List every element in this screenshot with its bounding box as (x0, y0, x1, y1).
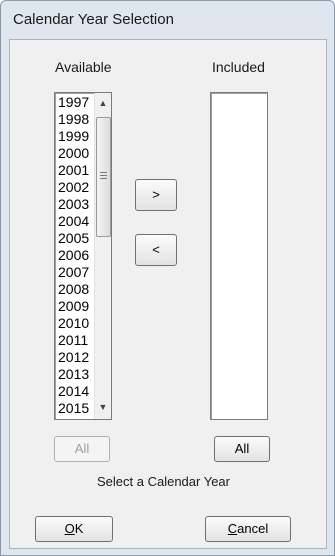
available-list-item[interactable]: 2001 (58, 162, 89, 179)
available-list-item[interactable]: 1998 (58, 111, 89, 128)
available-listbox[interactable]: 1997 1998 1999 2000 2001 2002 2003 2004 2005 2006… (54, 92, 112, 420)
add-all-button[interactable]: All (54, 436, 110, 462)
scroll-down-arrow-icon[interactable]: ▼ (95, 399, 111, 415)
available-list-item[interactable]: 1999 (58, 128, 89, 145)
status-text: Select a Calendar Year (97, 474, 230, 489)
ok-button[interactable]: OK (35, 516, 113, 542)
cancel-button[interactable]: Cancel (205, 516, 291, 542)
scroll-up-arrow-icon[interactable]: ▲ (95, 95, 111, 111)
available-list-item[interactable]: 2008 (58, 281, 89, 298)
remove-selected-button[interactable]: < (135, 234, 177, 266)
available-list-item[interactable]: 1997 (58, 94, 89, 111)
cancel-mnemonic: C (227, 521, 238, 536)
available-list-item[interactable]: 2013 (58, 366, 89, 383)
available-scrollbar[interactable]: ▲ ▼ (94, 93, 111, 419)
available-list-item[interactable]: 2005 (58, 230, 89, 247)
ok-label: K (74, 521, 84, 536)
window-title: Calendar Year Selection (13, 11, 174, 28)
remove-all-button[interactable]: All (214, 436, 270, 462)
available-list-item[interactable]: 2006 (58, 247, 89, 264)
available-list-item[interactable]: 2009 (58, 298, 89, 315)
available-list-item[interactable]: 2014 (58, 383, 89, 400)
included-listbox[interactable] (210, 92, 268, 420)
available-list-item[interactable]: 2004 (58, 213, 89, 230)
available-list-item[interactable]: 2010 (58, 315, 89, 332)
add-selected-button[interactable]: > (135, 179, 177, 211)
scroll-thumb[interactable] (96, 117, 111, 237)
available-header: Available (55, 59, 112, 75)
available-list-item[interactable]: 2015 (58, 400, 89, 417)
available-list-item[interactable]: 2007 (58, 264, 89, 281)
ok-mnemonic: O (64, 521, 75, 536)
cancel-label: ancel (237, 521, 269, 536)
dialog-client-area: Available 1997 1998 1999 2000 2001 2002 2003 20… (9, 39, 327, 549)
included-header: Included (212, 59, 265, 75)
available-list-item[interactable]: 2011 (58, 332, 88, 349)
available-list-item[interactable]: 2000 (58, 145, 89, 162)
title-bar[interactable]: Calendar Year Selection (1, 1, 334, 39)
available-list-item[interactable]: 2003 (58, 196, 89, 213)
dialog-window: Calendar Year Selection Available 1997 19… (0, 0, 335, 556)
available-list-item[interactable]: 2012 (58, 349, 89, 366)
available-list-item[interactable]: 2002 (58, 179, 89, 196)
